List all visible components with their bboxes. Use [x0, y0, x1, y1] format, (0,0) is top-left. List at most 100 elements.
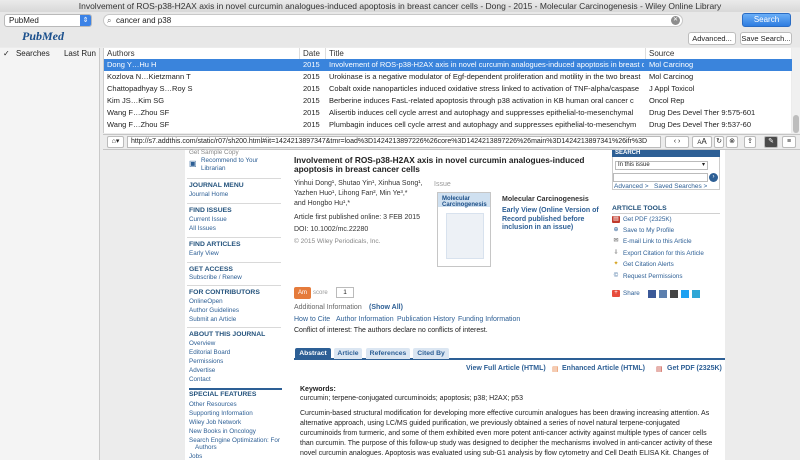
social-icon-2[interactable] — [692, 290, 700, 298]
facebook-icon[interactable] — [648, 290, 656, 298]
enhanced-article-link[interactable]: Enhanced Article (HTML) — [562, 365, 645, 372]
table-row[interactable]: Kozlova N…Kietzmann T 2015 Urokinase is … — [104, 71, 792, 83]
column-header-authors[interactable]: Authors — [104, 48, 300, 59]
sidebar-link-sample[interactable]: Get Sample Copy — [189, 149, 239, 156]
column-header-date[interactable]: Date — [300, 48, 326, 59]
reader-icon[interactable]: ✎ — [764, 136, 778, 148]
sidebar-item-seo-authors[interactable]: Authors — [195, 444, 217, 451]
doi: DOI: 10.1002/mc.22280 — [294, 226, 369, 233]
sidebar-item-job-network[interactable]: Wiley Job Network — [189, 419, 241, 426]
journal-search-go-button[interactable]: › — [709, 173, 718, 182]
table-row[interactable]: Dong Y…Hu H 2015 Involvement of ROS-p38-… — [104, 59, 792, 71]
sidebar-item-all-issues[interactable]: All Issues — [189, 225, 216, 232]
recommend-icon: ▣ — [189, 159, 197, 168]
sidebar-link-recommend[interactable]: Recommend to Your — [201, 157, 258, 164]
table-row[interactable]: Chattopadhyay S…Roy S 2015 Cobalt oxide … — [104, 83, 792, 95]
tab-references[interactable]: References — [366, 348, 410, 359]
searches-header: ✓ Searches Last Run — [0, 48, 100, 59]
view-full-article-link[interactable]: View Full Article (HTML) — [466, 365, 546, 372]
row-title: Involvement of ROS-p38-H2AX axis in nove… — [329, 60, 644, 69]
tool-citation-alerts[interactable]: ✦ Get Citation Alerts — [612, 261, 673, 268]
sidebar-link-librarian[interactable]: Librarian — [201, 165, 226, 172]
table-row[interactable]: Wang F…Zhou SF 2015 Alisertib induces ce… — [104, 107, 792, 119]
tool-request-permissions[interactable]: © Request Permissions — [612, 273, 683, 280]
how-to-cite-link[interactable]: How to Cite — [294, 316, 330, 323]
tab-article[interactable]: Article — [334, 348, 362, 359]
get-pdf-link[interactable]: Get PDF (2325K) — [667, 365, 722, 372]
tool-get-pdf[interactable]: ▤ Get PDF (2325K) — [612, 216, 672, 223]
journal-search-input[interactable] — [613, 173, 708, 182]
search-input-value: cancer and p38 — [116, 16, 172, 25]
funding-info-link[interactable]: Funding Information — [458, 316, 520, 323]
clear-icon[interactable]: ✕ — [671, 16, 680, 25]
sidebar-item-jobs[interactable]: Jobs — [189, 453, 202, 460]
twitter-icon[interactable] — [681, 290, 689, 298]
row-date: 2015 — [303, 84, 320, 93]
share-icon[interactable]: ⇪ — [744, 136, 756, 148]
database-select[interactable]: PubMed ⇕ — [4, 14, 92, 27]
sidebar-item-permissions[interactable]: Permissions — [189, 358, 223, 365]
row-title: Berberine induces FasL-related apoptosis… — [329, 96, 634, 105]
publication-history-link[interactable]: Publication History — [397, 316, 455, 323]
authors-line-2[interactable]: Yazhen Huo¹, Lihong Fan², Min Ye³,* — [294, 190, 408, 197]
table-row[interactable]: Wang F…Zhou SF 2015 Plumbagin induces ce… — [104, 119, 792, 131]
search-input[interactable]: ⌕ cancer and p38 ✕ — [103, 14, 683, 27]
last-run-column[interactable]: Last Run — [64, 49, 96, 58]
table-row[interactable]: Kim JS…Kim SG 2015 Berberine induces Fas… — [104, 95, 792, 107]
keywords-list: curcumin; terpene-conjugated curcuminoid… — [300, 395, 523, 402]
sidebar-item-contact[interactable]: Contact — [189, 376, 211, 383]
share-button[interactable]: + Share — [612, 290, 640, 297]
search-button[interactable]: Search — [742, 13, 791, 27]
sidebar-item-onlineopen[interactable]: OnlineOpen — [189, 298, 223, 305]
show-all-link[interactable]: (Show All) — [369, 304, 403, 311]
saved-searches-link[interactable]: Saved Searches > — [654, 183, 707, 190]
save-search-button[interactable]: Save Search... — [740, 32, 792, 45]
author-info-link[interactable]: Author Information — [336, 316, 394, 323]
tab-cited-by[interactable]: Cited By — [413, 348, 449, 359]
back-forward-icon[interactable]: ‹ › — [665, 136, 689, 148]
sidebar-item-journal-home[interactable]: Journal Home — [189, 191, 228, 198]
column-header-source[interactable]: Source — [646, 48, 792, 59]
bookmark-icon[interactable]: ⌂▾ — [107, 136, 124, 148]
sidebar-item-author-guidelines[interactable]: Author Guidelines — [189, 307, 239, 314]
tool-email-link[interactable]: ✉ E-mail Link to this Article — [612, 238, 691, 245]
sidebar-item-submit-article[interactable]: Submit an Article — [189, 316, 236, 323]
sidebar-item-supporting-info[interactable]: Supporting Information — [189, 410, 253, 417]
authors-line-1[interactable]: Yinhui Dong¹, Shutao Yin¹, Xinhua Song¹, — [294, 180, 423, 187]
social-icon[interactable] — [659, 290, 667, 298]
early-view-link[interactable]: Early View (Online Version of Record pub… — [502, 207, 612, 233]
stop-icon[interactable]: ⊗ — [726, 136, 738, 148]
advanced-button[interactable]: Advanced... — [688, 32, 736, 45]
row-authors: Wang F…Zhou SF — [107, 120, 170, 129]
sidebar-item-current-issue[interactable]: Current Issue — [189, 216, 227, 223]
cover-title: Molecular Carcinogenesis — [442, 196, 487, 208]
sidebar-item-editorial-board[interactable]: Editorial Board — [189, 349, 230, 356]
tab-abstract[interactable]: Abstract — [295, 348, 331, 359]
authors-line-3[interactable]: and Hongbo Hu¹,* — [294, 200, 350, 207]
searches-column[interactable]: Searches — [16, 49, 50, 58]
tool-export-citation[interactable]: ⇩ Export Citation for this Article — [612, 250, 704, 257]
column-header-title[interactable]: Title — [326, 48, 646, 59]
delicious-icon[interactable] — [670, 290, 678, 298]
tool-save-profile[interactable]: ⊕ Save to My Profile — [612, 227, 674, 234]
tool-request-permissions-label: Request Permissions — [623, 273, 683, 280]
search-scope-select[interactable]: In this issue ▾ — [615, 161, 708, 170]
sidebar-item-early-view[interactable]: Early View — [189, 250, 219, 257]
sidebar-heading-contributors: FOR CONTRIBUTORS — [189, 289, 260, 296]
results-scrollbar-thumb[interactable] — [793, 115, 799, 133]
text-size-control[interactable]: AA — [692, 136, 712, 148]
reload-icon[interactable]: ↻ — [714, 136, 724, 148]
altmetric-badge-icon[interactable]: Am — [294, 287, 311, 299]
menu-icon[interactable]: ≡ — [782, 136, 796, 148]
journal-cover-image[interactable]: Molecular Carcinogenesis — [437, 192, 491, 267]
sidebar-item-seo[interactable]: Search Engine Optimization: For — [189, 437, 280, 444]
sidebar-item-subscribe[interactable]: Subscribe / Renew — [189, 274, 242, 281]
sidebar-item-advertise[interactable]: Advertise — [189, 367, 215, 374]
sidebar-item-new-books[interactable]: New Books in Oncology — [189, 428, 256, 435]
sidebar-item-other-resources[interactable]: Other Resources — [189, 401, 237, 408]
advanced-search-link[interactable]: Advanced > — [614, 183, 649, 190]
row-authors: Chattopadhyay S…Roy S — [107, 84, 193, 93]
sidebar-item-overview[interactable]: Overview — [189, 340, 215, 347]
url-field[interactable]: http://s7.addthis.com/static/r07/sh200.h… — [127, 136, 661, 148]
tool-export-citation-label: Export Citation for this Article — [623, 250, 704, 257]
